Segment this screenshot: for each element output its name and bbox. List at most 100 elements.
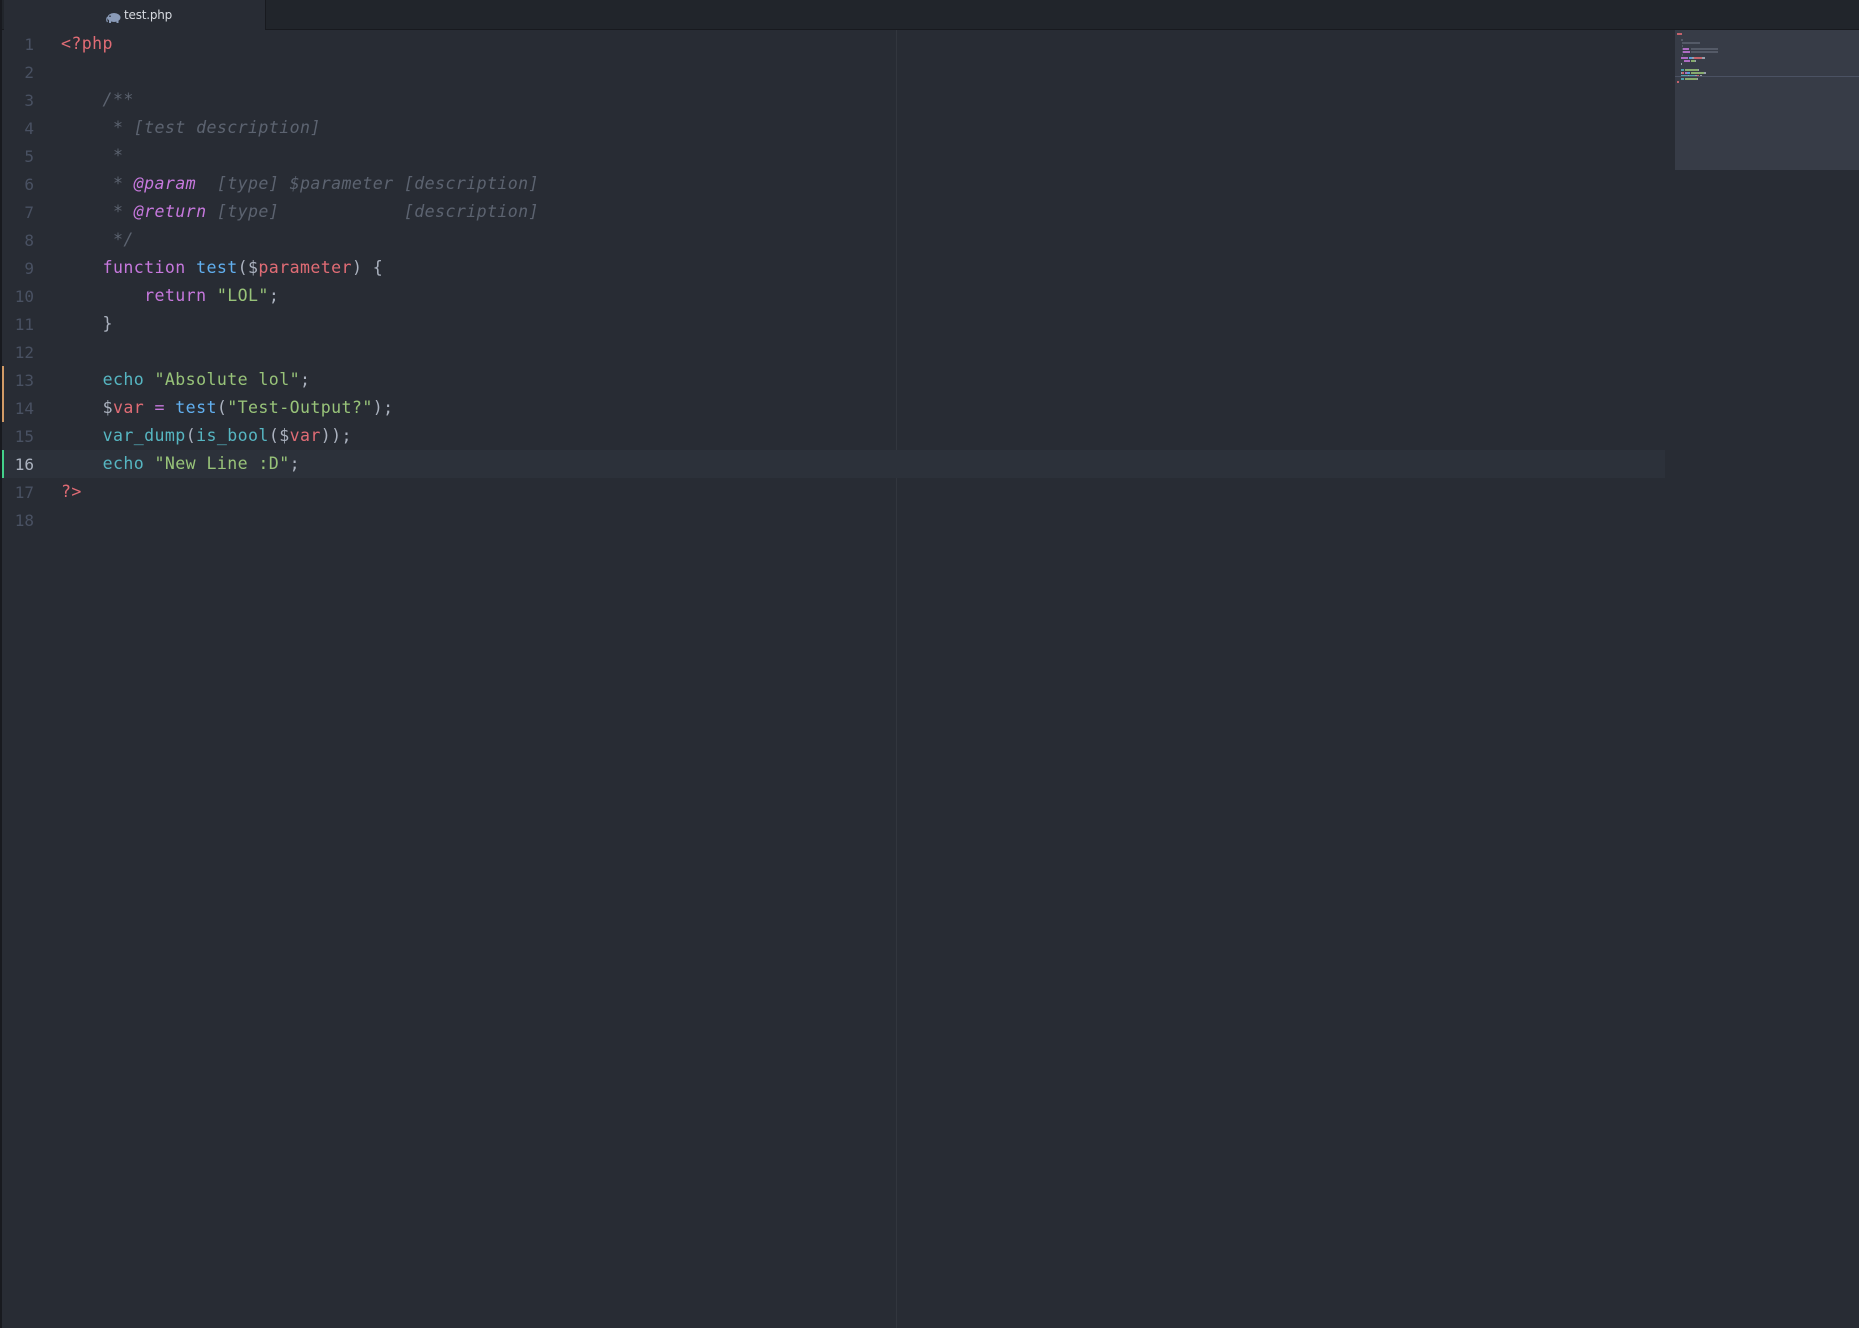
- code-token: $: [102, 398, 113, 417]
- code-line[interactable]: 10 return "LOL";: [2, 282, 1665, 310]
- code-token: ?>: [61, 482, 82, 501]
- minimap-token: [1691, 72, 1704, 74]
- line-number: 14: [14, 399, 34, 418]
- minimap-token: [1685, 78, 1697, 80]
- line-number: 8: [24, 231, 34, 250]
- code-token: <?php: [61, 34, 113, 53]
- line-number: 2: [24, 63, 34, 82]
- code-token: "LOL": [216, 286, 269, 305]
- line-number: 6: [24, 175, 34, 194]
- code-text: function test($parameter) {: [61, 258, 383, 277]
- code-text: echo "New Line :D";: [61, 454, 300, 473]
- code-token: );: [372, 398, 394, 417]
- code-token: /**: [61, 90, 134, 109]
- line-number: 3: [24, 91, 34, 110]
- minimap-token: [1680, 63, 1682, 65]
- code-token: (: [268, 426, 280, 445]
- minimap-token: [1696, 78, 1698, 80]
- code-token: (: [237, 258, 249, 277]
- minimap-token: [1690, 51, 1719, 53]
- code-line[interactable]: 6 * @param [type] $parameter [descriptio…: [2, 170, 1665, 198]
- code-line[interactable]: 5 *: [2, 142, 1665, 170]
- minimap-token: [1680, 78, 1685, 80]
- code-token: $: [248, 258, 259, 277]
- code-line[interactable]: 3 /**: [2, 86, 1665, 114]
- code-line[interactable]: 2: [2, 58, 1665, 86]
- minimap[interactable]: [1675, 30, 1859, 170]
- minimap-token: [1677, 33, 1682, 35]
- minimap-token: [1690, 48, 1719, 50]
- code-line[interactable]: 17 ?>: [2, 478, 1665, 506]
- code-token: "Test-Output?": [227, 398, 373, 417]
- code-line[interactable]: 8 */: [2, 226, 1665, 254]
- php-elephant-icon: [106, 9, 122, 23]
- code-line[interactable]: 12: [2, 338, 1665, 366]
- line-number: 5: [24, 147, 34, 166]
- code-token: test: [196, 258, 238, 277]
- code-token: is_bool: [196, 426, 269, 445]
- code-token: =: [144, 398, 176, 417]
- minimap-token: [1704, 72, 1706, 74]
- code-token: $: [279, 426, 290, 445]
- code-token: [type] $parameter [description]: [196, 174, 539, 193]
- code-token: *: [61, 174, 134, 193]
- code-token: function: [102, 258, 186, 277]
- code-text: /**: [61, 90, 134, 109]
- code-line[interactable]: 15 var_dump(is_bool($var));: [2, 422, 1665, 450]
- code-line[interactable]: 13 echo "Absolute lol";: [2, 366, 1665, 394]
- code-editor[interactable]: 1 <?php 2 3 /** 4 * [test description] 5 * 6 *…: [2, 30, 1859, 1328]
- code-line[interactable]: 4 * [test description]: [2, 114, 1665, 142]
- minimap-token: [1677, 81, 1679, 83]
- code-line[interactable]: 7 * @return [type] [description]: [2, 198, 1665, 226]
- tab-bar: test.php: [2, 0, 1859, 30]
- minimap-token: [1681, 54, 1684, 56]
- code-token: test: [175, 398, 217, 417]
- minimap-token: [1685, 69, 1698, 71]
- line-number: 9: [24, 259, 34, 278]
- minimap-token: [1702, 57, 1705, 59]
- code-token: [type] [description]: [206, 202, 539, 221]
- code-token: ;: [289, 454, 300, 473]
- code-token: echo: [102, 370, 145, 389]
- code-text: */: [61, 230, 134, 249]
- code-line[interactable]: 14 $var = test("Test-Output?");: [2, 394, 1665, 422]
- line-number: 13: [14, 371, 34, 390]
- minimap-token: [1681, 42, 1700, 44]
- line-number: 1: [24, 35, 34, 54]
- line-number: 7: [24, 203, 34, 222]
- code-line[interactable]: 11 }: [2, 310, 1665, 338]
- line-number: 17: [14, 483, 34, 502]
- code-token: var: [289, 426, 321, 445]
- minimap-token: [1695, 60, 1696, 62]
- code-token: * [test description]: [61, 118, 321, 137]
- line-number: 15: [14, 427, 34, 446]
- code-token: *: [61, 202, 134, 221]
- tab-test-php[interactable]: test.php: [4, 0, 266, 30]
- code-token: */: [61, 230, 134, 249]
- code-text: *: [61, 146, 123, 165]
- code-text: echo "Absolute lol";: [61, 370, 310, 389]
- code-token: return: [144, 286, 207, 305]
- code-token: (: [185, 426, 197, 445]
- code-line[interactable]: 18: [2, 506, 1665, 534]
- code-token: (: [216, 398, 228, 417]
- code-line[interactable]: 1 <?php: [2, 30, 1665, 58]
- minimap-token: [1697, 69, 1699, 71]
- code-text: * @return [type] [description]: [61, 202, 539, 221]
- minimap-token: [1680, 39, 1684, 41]
- minimap-viewport-edge: [1675, 76, 1859, 77]
- code-line[interactable]: 16 echo "New Line :D";: [2, 450, 1665, 478]
- code-token: }: [61, 314, 113, 333]
- code-token: ) {: [351, 258, 384, 277]
- minimap-token: [1683, 48, 1689, 50]
- code-line[interactable]: 9 function test($parameter) {: [2, 254, 1665, 282]
